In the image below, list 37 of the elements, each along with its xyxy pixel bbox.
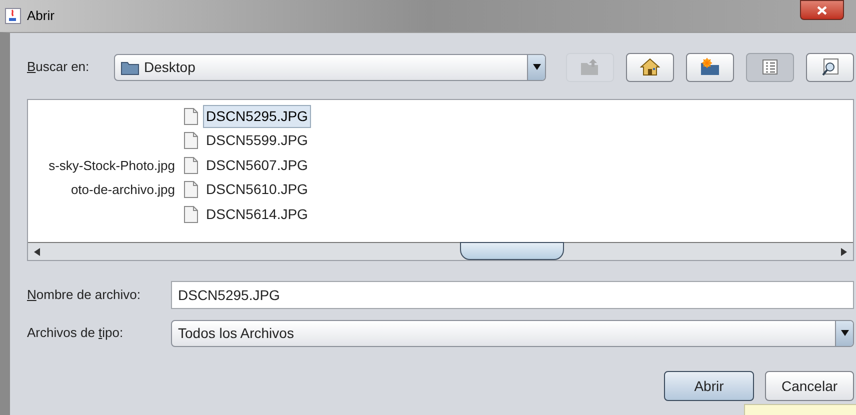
folder-up-icon: [580, 58, 600, 76]
new-folder-icon: [700, 58, 720, 76]
file-icon: [184, 132, 198, 150]
cancel-button[interactable]: Cancelar: [765, 371, 854, 401]
file-name[interactable]: DSCN5610.JPG: [203, 178, 311, 202]
file-name-field[interactable]: DSCN5295.JPG: [171, 281, 854, 309]
open-button[interactable]: Abrir: [664, 371, 754, 401]
folder-icon: [121, 60, 139, 74]
home-icon: [640, 58, 660, 76]
toolbar-button[interactable]: [806, 52, 854, 82]
close-button[interactable]: [800, 0, 844, 20]
details-view-icon: [821, 58, 839, 76]
file-name[interactable]: DSCN5607.JPG: [203, 154, 311, 177]
window-title: Abrir: [27, 7, 54, 26]
file-name[interactable]: DSCN5614.JPG: [203, 202, 311, 226]
toolbar-button[interactable]: [746, 52, 794, 82]
file-name[interactable]: s-sky-Stock-Photo.jpg: [48, 156, 176, 175]
file-icon: [184, 181, 198, 198]
file-name[interactable]: DSCN5295.JPG: [203, 104, 311, 128]
look-in-dropdown[interactable]: Desktop: [114, 54, 546, 80]
file-icon: [184, 108, 198, 125]
caret-icon: [840, 330, 848, 336]
file-name[interactable]: DSCN5599.JPG: [203, 129, 311, 152]
file-name[interactable]: oto-de-archivo.jpg: [70, 180, 176, 200]
file-name-label: Nombre de archivo:: [27, 287, 140, 302]
close-icon: [817, 6, 827, 14]
file-type-label: Archivos de tipo:: [27, 325, 124, 340]
file-icon: [184, 206, 198, 223]
scrollbar-thumb[interactable]: [460, 242, 564, 260]
file-type-dropdown[interactable]: Todos los Archivos: [171, 320, 854, 346]
file-icon: [184, 156, 198, 174]
look-in-label: Buscar en:: [27, 59, 90, 74]
toolbar-button[interactable]: [686, 52, 734, 82]
toolbar-button[interactable]: [626, 52, 674, 82]
horizontal-scrollbar[interactable]: [28, 242, 853, 260]
list-view-icon: [762, 59, 778, 75]
caret-icon: [532, 64, 540, 70]
